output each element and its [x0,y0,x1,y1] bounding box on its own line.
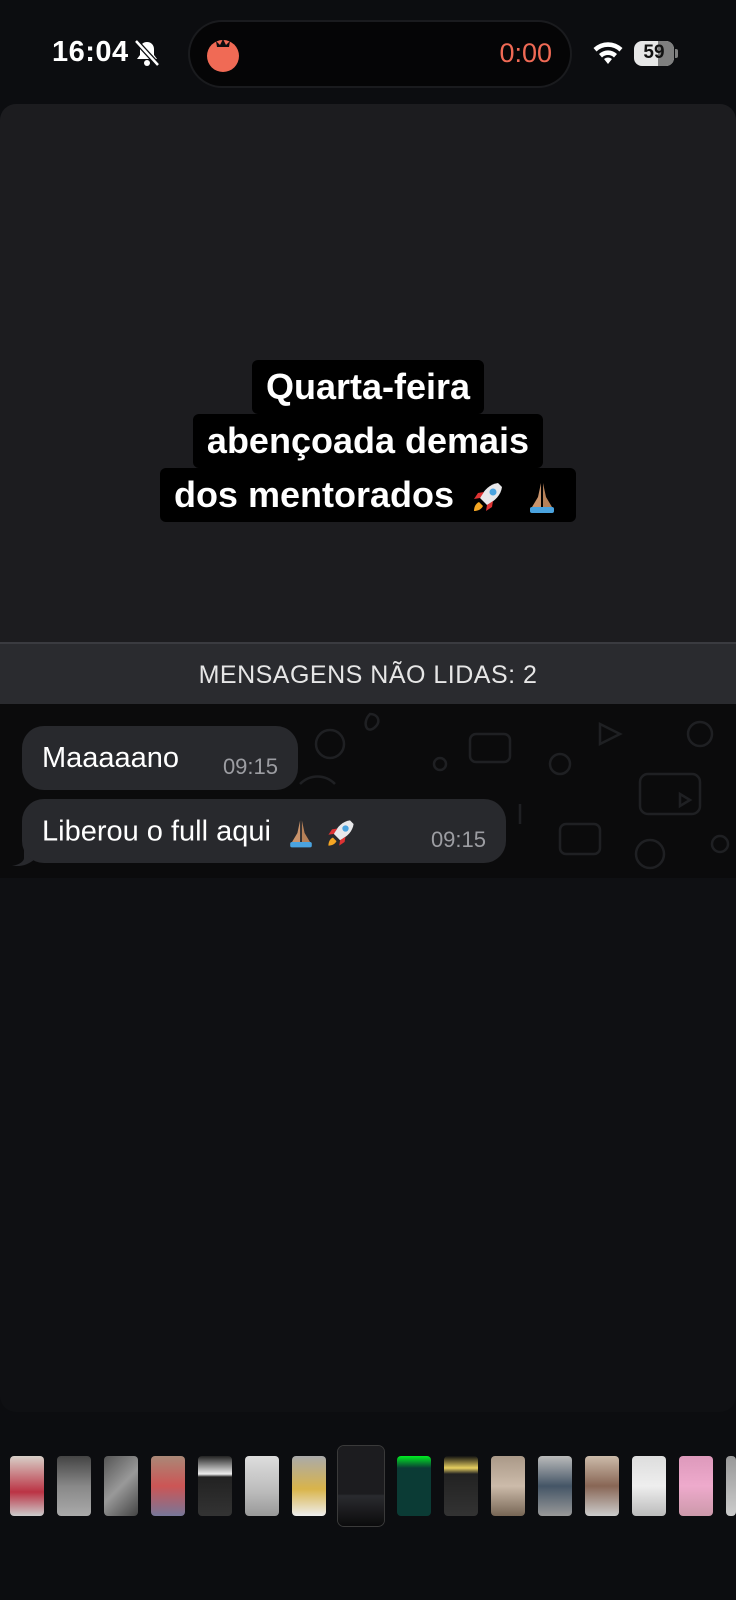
battery-level-text: 59 [643,42,665,63]
wifi-icon [593,42,623,64]
thumbnail-16[interactable] [726,1456,736,1516]
bell-off-icon [134,39,160,67]
rocket-icon [474,483,503,512]
headline-line-1: Quarta-feira [251,360,485,414]
thumbnail-7[interactable] [292,1456,326,1516]
message-bubble-2[interactable]: Liberou o full aqui 09:15 [22,799,506,863]
unread-messages-divider: MENSAGENS NÃO LIDAS: 2 [0,642,736,704]
battery-indicator: 59 [634,41,678,66]
headline-line-3: dos mentorados [159,468,577,522]
thumbnail-12[interactable] [538,1456,572,1516]
thumbnail-8-active[interactable] [338,1446,384,1526]
status-bar: 16:04 0:00 59 [0,0,736,104]
message-2-time: 09:15 [430,827,486,852]
screen: 16:04 0:00 59 Quarta-feira abençoada dem… [0,0,736,1600]
thumbnail-3[interactable] [104,1456,138,1516]
thumbnail-6[interactable] [245,1456,279,1516]
chat-preview: Maaaaano 09:15 Liberou o full aqui 09:15 [0,704,736,878]
headline-line-2: abençoada demais [192,414,544,468]
story-thumbnail-strip[interactable] [0,1446,736,1532]
status-time: 16:04 [52,36,129,68]
thumbnail-10[interactable] [444,1456,478,1516]
thumbnail-5[interactable] [198,1456,232,1516]
message-2-text: Liberou o full aqui [42,815,271,848]
message-2-content: Liberou o full aqui [42,815,359,851]
story-headline: Quarta-feira abençoada demais dos mentor… [0,360,736,522]
message-1-time: 09:15 [222,754,278,779]
thumbnail-15[interactable] [679,1456,713,1516]
message-1-text: Maaaaano [42,742,180,774]
thumbnail-11[interactable] [491,1456,525,1516]
story-text-area: Quarta-feira abençoada demais dos mentor… [0,104,736,642]
message-bubble-1[interactable]: Maaaaano 09:15 [22,726,298,790]
thumbnail-1[interactable] [10,1456,44,1516]
praying-hands-icon [530,483,555,514]
timer-text: 0:00 [499,38,552,68]
unread-label: MENSAGENS NÃO LIDAS: 2 [198,661,538,689]
thumbnail-14[interactable] [632,1456,666,1516]
headline-line-3-text: dos mentorados [173,474,454,515]
dynamic-island[interactable]: 0:00 [190,22,570,86]
tomato-timer-icon [207,39,239,72]
story-card[interactable]: Quarta-feira abençoada demais dos mentor… [0,104,736,1412]
thumbnail-2[interactable] [57,1456,91,1516]
thumbnail-4[interactable] [151,1456,185,1516]
praying-hands-icon [290,820,312,848]
rocket-icon [328,820,354,846]
thumbnail-9[interactable] [397,1456,431,1516]
thumbnail-13[interactable] [585,1456,619,1516]
